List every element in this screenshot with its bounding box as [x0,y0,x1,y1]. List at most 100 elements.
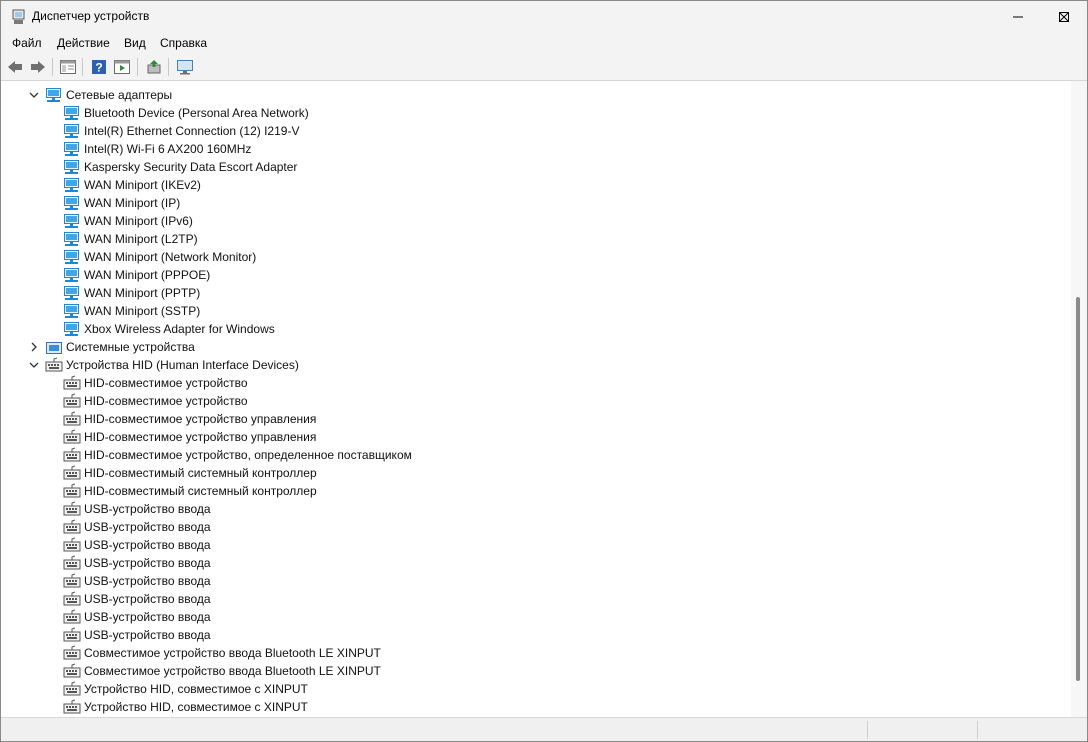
device-item[interactable]: Устройство HID, совместимое с XINPUT [63,680,308,698]
device-item[interactable]: WAN Miniport (SSTP) [63,302,200,320]
update-driver-button[interactable] [144,57,164,77]
device-item[interactable]: Совместимое устройство ввода Bluetooth L… [63,644,381,662]
device-item[interactable]: Intel(R) Wi-Fi 6 AX200 160MHz [63,140,251,158]
network-adapter-icon [64,214,79,228]
hid-device-icon [63,681,81,696]
device-item[interactable]: Xbox Wireless Adapter for Windows [63,320,275,338]
menu-action[interactable]: Действие [57,36,110,50]
node-label: Устройство HID, совместимое с XINPUT [84,700,308,714]
scrollbar-thumb[interactable] [1076,297,1080,681]
device-item[interactable]: USB-устройство ввода [63,626,211,644]
device-item[interactable]: USB-устройство ввода [63,608,211,626]
minimize-button[interactable] [995,1,1041,32]
back-button[interactable] [5,57,25,77]
device-item[interactable]: WAN Miniport (PPTP) [63,284,200,302]
device-item[interactable]: WAN Miniport (Network Monitor) [63,248,256,266]
forward-button[interactable] [28,57,48,77]
chevron-down-icon[interactable] [28,359,40,371]
node-label: HID-совместимое устройство управления [84,412,317,426]
hid-device-icon [63,519,81,534]
status-divider [977,721,978,739]
title-bar: Диспетчер устройств [1,1,1087,32]
node-label: WAN Miniport (SSTP) [84,304,201,318]
network-adapter-icon [64,268,79,282]
minimize-icon [1013,16,1023,17]
hid-device-icon [63,483,81,498]
device-item[interactable]: USB-устройство ввода [63,590,211,608]
node-label: Совместимое устройство ввода Bluetooth L… [84,664,381,678]
hid-device-icon [63,375,81,390]
device-item[interactable]: USB-устройство ввода [63,536,211,554]
device-item[interactable]: USB-устройство ввода [63,554,211,572]
device-item[interactable]: USB-устройство ввода [63,518,211,536]
toolbar-separator [82,58,83,76]
close-icon [1059,11,1069,22]
device-item[interactable]: Совместимое устройство ввода Bluetooth L… [63,662,381,680]
device-item[interactable]: Bluetooth Device (Personal Area Network) [63,104,309,122]
device-item[interactable]: HID-совместимое устройство управления [63,428,316,446]
device-item[interactable]: Intel(R) Ethernet Connection (12) I219-V [63,122,299,140]
device-item[interactable]: USB-устройство ввода [63,500,211,518]
close-button[interactable] [1041,1,1087,32]
device-item[interactable]: WAN Miniport (L2TP) [63,230,198,248]
show-hide-tree-button[interactable] [58,57,78,77]
node-label: HID-совместимое устройство управления [84,430,317,444]
device-item[interactable]: USB-устройство ввода [63,572,211,590]
status-divider [867,721,868,739]
category-hid-devices[interactable]: Устройства HID (Human Interface Devices) [45,356,299,374]
device-item[interactable]: HID-совместимое устройство управления [63,410,316,428]
node-label: WAN Miniport (IKEv2) [84,178,201,192]
category-network-adapters[interactable]: Сетевые адаптеры [45,86,172,104]
scan-hardware-button[interactable] [175,57,195,77]
back-icon [8,61,22,73]
hid-device-icon [63,645,81,660]
device-item[interactable]: WAN Miniport (IPv6) [63,212,193,230]
chevron-down-icon[interactable] [28,89,40,101]
hid-device-icon [63,573,81,588]
hid-device-icon [63,393,81,408]
show-hide-tree-icon [60,60,76,74]
category-system-devices[interactable]: Системные устройства [45,338,195,356]
hid-device-icon [63,501,81,516]
device-item[interactable]: HID-совместимый системный контроллер [63,482,317,500]
network-adapter-icon [64,250,79,264]
window-title: Диспетчер устройств [32,9,150,23]
device-item[interactable]: WAN Miniport (IP) [63,194,180,212]
toolbar-separator [168,58,169,76]
device-item[interactable]: WAN Miniport (PPPOE) [63,266,210,284]
menu-help[interactable]: Справка [160,36,207,50]
node-label: WAN Miniport (Network Monitor) [84,250,257,264]
hid-device-icon [63,537,81,552]
vertical-scrollbar[interactable] [1071,81,1087,717]
device-item[interactable]: HID-совместимый системный контроллер [63,464,317,482]
network-adapter-icon [64,304,79,318]
node-label: Bluetooth Device (Personal Area Network) [84,106,309,120]
device-item[interactable]: HID-совместимое устройство [63,392,248,410]
chevron-right-icon[interactable] [28,341,40,353]
device-item[interactable]: WAN Miniport (IKEv2) [63,176,201,194]
node-label: HID-совместимое устройство [84,376,248,390]
node-label: WAN Miniport (IP) [84,196,181,210]
node-label: USB-устройство ввода [84,538,211,552]
system-devices-icon [46,342,62,354]
network-adapter-icon [64,160,79,174]
menu-bar: Файл Действие Вид Справка [1,32,1087,54]
node-label: HID-совместимое устройство [84,394,248,408]
toolbar-separator [52,58,53,76]
node-label: Intel(R) Ethernet Connection (12) I219-V [84,124,300,138]
help-button[interactable]: ? [89,57,109,77]
menu-view[interactable]: Вид [124,36,146,50]
hid-device-icon [63,627,81,642]
scan-hardware-icon [177,60,193,75]
node-label: HID-совместимый системный контроллер [84,484,317,498]
network-adapter-icon [64,322,79,336]
device-item[interactable]: HID-совместимое устройство, определенное… [63,446,412,464]
properties-button[interactable] [112,57,132,77]
hid-device-icon [63,465,81,480]
node-label: USB-устройство ввода [84,628,211,642]
device-manager-window: Диспетчер устройств Файл Действие Вид Сп… [0,0,1088,742]
device-item[interactable]: Kaspersky Security Data Escort Adapter [63,158,297,176]
menu-file[interactable]: Файл [12,36,42,50]
device-item[interactable]: Устройство HID, совместимое с XINPUT [63,698,308,716]
device-item[interactable]: HID-совместимое устройство [63,374,248,392]
